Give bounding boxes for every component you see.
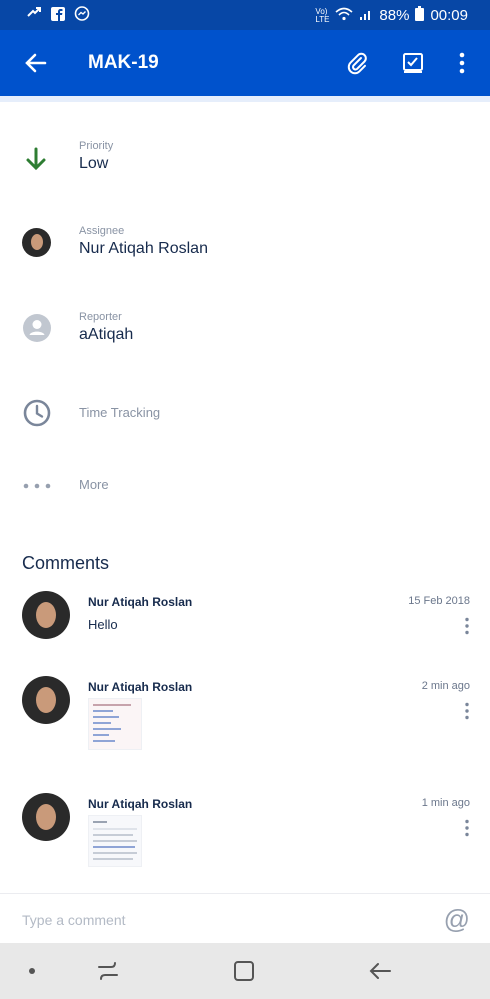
comment-image-attachment[interactable] [88, 698, 142, 750]
reporter-value: aAtiqah [79, 326, 134, 343]
avatar [22, 793, 70, 841]
avatar [22, 676, 70, 724]
screen: Vo) LTE 88% 00:09 MAK-19 Priority Low As… [0, 0, 490, 999]
time-tracking-label: Time Tracking [79, 405, 161, 420]
assignee-value: Nur Atiqah Roslan [79, 240, 208, 257]
dot-icon[interactable] [18, 957, 46, 985]
attachment-icon[interactable] [345, 51, 369, 75]
comment-image-attachment[interactable] [88, 815, 142, 867]
back-arrow-icon[interactable] [22, 49, 50, 77]
missed-call-icon [26, 6, 42, 26]
arrow-down-icon [22, 144, 52, 174]
facebook-icon [50, 6, 66, 26]
reporter-field[interactable]: Reporter aAtiqah [0, 311, 490, 371]
comment-item: Nur Atiqah Roslan 1 min ago [0, 793, 490, 893]
assignee-label: Assignee [79, 225, 125, 237]
comment-menu-icon[interactable] [464, 702, 470, 720]
messenger-icon [74, 6, 90, 26]
app-bar-shadow [0, 96, 490, 102]
comment-author: Nur Atiqah Roslan [88, 680, 193, 694]
user-avatar-placeholder-icon [22, 313, 52, 343]
wifi-icon [335, 7, 353, 25]
comment-menu-icon[interactable] [464, 617, 470, 635]
app-bar: MAK-19 [0, 30, 490, 96]
assignee-field[interactable]: Assignee Nur Atiqah Roslan [0, 225, 490, 285]
avatar [22, 591, 70, 639]
checklist-icon[interactable] [401, 51, 425, 75]
comment-input-placeholder[interactable]: Type a comment [22, 912, 126, 928]
reporter-label: Reporter [79, 311, 122, 323]
comment-item: Nur Atiqah Roslan 2 min ago [0, 676, 490, 776]
recent-apps-icon[interactable] [94, 957, 122, 985]
comment-time: 2 min ago [421, 680, 470, 692]
home-icon[interactable] [230, 957, 258, 985]
issue-key-title: MAK-19 [88, 52, 159, 73]
comment-time: 15 Feb 2018 [408, 595, 470, 607]
assignee-avatar [22, 228, 51, 257]
priority-value: Low [79, 155, 109, 172]
comment-body: Hello [88, 617, 118, 632]
signal-icon [359, 7, 373, 25]
comment-composer[interactable]: Type a comment @ [0, 893, 490, 943]
comments-heading: Comments [22, 553, 110, 573]
system-nav-bar [0, 943, 490, 999]
priority-field[interactable]: Priority Low [0, 140, 490, 200]
volte-icon: Vo) LTE [315, 6, 330, 24]
more-vert-icon[interactable] [450, 51, 474, 75]
comment-menu-icon[interactable] [464, 819, 470, 837]
back-icon[interactable] [366, 957, 394, 985]
more-fields[interactable]: More [0, 472, 490, 532]
battery-icon [415, 6, 425, 25]
battery-percent: 88% [379, 7, 410, 24]
mention-icon[interactable]: @ [444, 904, 470, 935]
priority-label: Priority [79, 140, 114, 152]
comment-time: 1 min ago [421, 797, 470, 809]
clock: 00:09 [430, 7, 468, 24]
comment-author: Nur Atiqah Roslan [88, 797, 193, 811]
more-horiz-icon [22, 474, 52, 504]
time-tracking-field[interactable]: Time Tracking [0, 398, 490, 460]
status-bar: Vo) LTE 88% 00:09 [0, 0, 490, 30]
more-label: More [79, 477, 109, 492]
comment-author: Nur Atiqah Roslan [88, 595, 193, 609]
clock-icon [22, 398, 52, 428]
